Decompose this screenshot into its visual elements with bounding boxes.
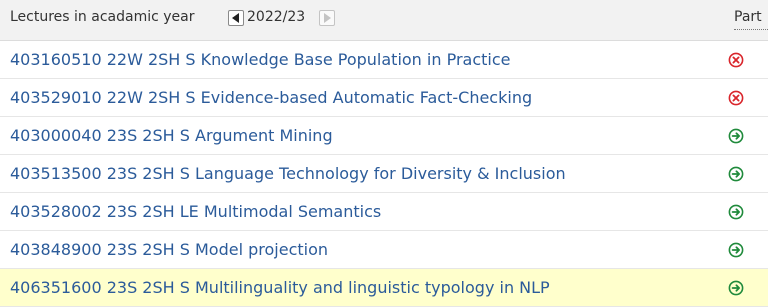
caret-left-icon [232,13,239,23]
participation-column-header[interactable]: Part [734,9,768,25]
arrow-circle-icon[interactable] [728,166,744,182]
lecture-link[interactable]: 406351600 23S 2SH S Multilinguality and … [10,278,550,297]
lecture-link[interactable]: 403848900 23S 2SH S Model projection [10,240,328,259]
lecture-row: 403160510 22W 2SH S Knowledge Base Popul… [0,41,768,79]
academic-year-label: 2022/23 [247,9,306,25]
lecture-link[interactable]: 403513500 23S 2SH S Language Technology … [10,164,566,183]
caret-right-icon [324,13,331,23]
lecture-list: 403160510 22W 2SH S Knowledge Base Popul… [0,41,768,307]
participation-header-underline [734,29,768,30]
lectures-title: Lectures in acadamic year [10,9,195,25]
previous-year-button[interactable] [228,10,244,26]
lecture-row: 406351600 23S 2SH S Multilinguality and … [0,269,768,307]
lecture-link[interactable]: 403528002 23S 2SH LE Multimodal Semantic… [10,202,381,221]
remove-circle-icon[interactable] [728,90,744,106]
lecture-row: 403529010 22W 2SH S Evidence-based Autom… [0,79,768,117]
arrow-circle-icon[interactable] [728,280,744,296]
next-year-button[interactable] [319,10,335,26]
lecture-row: 403528002 23S 2SH LE Multimodal Semantic… [0,193,768,231]
lecture-link[interactable]: 403529010 22W 2SH S Evidence-based Autom… [10,88,532,107]
lecture-row: 403000040 23S 2SH S Argument Mining [0,117,768,155]
lecture-link[interactable]: 403000040 23S 2SH S Argument Mining [10,126,333,145]
lecture-link[interactable]: 403160510 22W 2SH S Knowledge Base Popul… [10,50,510,69]
lecture-row: 403513500 23S 2SH S Language Technology … [0,155,768,193]
arrow-circle-icon[interactable] [728,128,744,144]
lecture-row: 403848900 23S 2SH S Model projection [0,231,768,269]
arrow-circle-icon[interactable] [728,204,744,220]
remove-circle-icon[interactable] [728,52,744,68]
lectures-header: Lectures in acadamic year 2022/23 Part [0,0,768,41]
arrow-circle-icon[interactable] [728,242,744,258]
